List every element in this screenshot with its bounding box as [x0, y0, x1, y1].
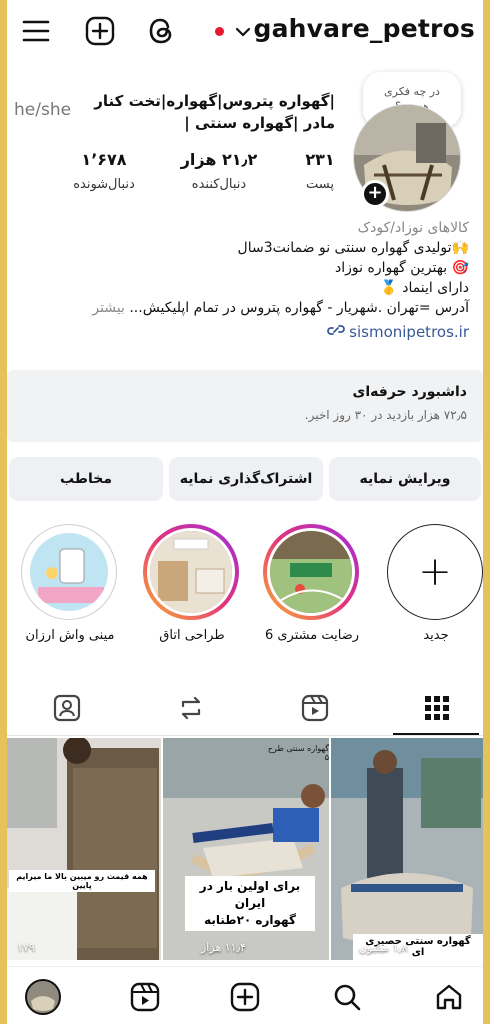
- website-row: sismonipetros.ir: [9, 322, 469, 343]
- website-link[interactable]: sismonipetros.ir: [349, 323, 469, 341]
- stat-label: دنبال‌کننده: [191, 177, 247, 192]
- dashboard-subtitle: ۷۲٫۵ هزار بازدید در ۳۰ روز اخیر.: [304, 408, 467, 422]
- contact-button[interactable]: مخاطب: [9, 457, 163, 501]
- share-profile-button[interactable]: اشتراک‌گذاری نمایه: [169, 457, 323, 501]
- bio-line: 🎯 بهترین گهواره نوزاد: [335, 260, 469, 276]
- post-views: ۱۱٫۴ هزار: [201, 941, 247, 954]
- post-caption: همه قیمت رو میبین بالا ما میرایم پایین: [9, 870, 155, 892]
- reels-nav-icon[interactable]: [127, 979, 163, 1015]
- create-post-icon[interactable]: [227, 979, 263, 1015]
- highlight-cover: [147, 528, 235, 616]
- stat-number: ۲۱٫۲ هزار: [180, 150, 258, 169]
- category-label: کالاهای نوزاد/کودک: [357, 220, 469, 236]
- highlight-ring: [263, 524, 359, 620]
- plus-square-icon[interactable]: [83, 14, 117, 48]
- tab-tagged[interactable]: [7, 680, 126, 736]
- tab-reposts[interactable]: [131, 680, 250, 736]
- full-name: |گهواره پتروس|گهواره|تخت کنار مادر |گهوا…: [94, 92, 335, 132]
- link-icon: [326, 323, 345, 343]
- top-bar: gahvare_petros: [7, 0, 483, 62]
- highlight-cover: [27, 530, 111, 614]
- stat-label: پست: [306, 177, 334, 192]
- stat-number: ۲۳۱: [305, 150, 335, 169]
- post-thumbnail[interactable]: گهواره سنتی حصیری ای ۱٫۸ میلیون: [331, 738, 483, 960]
- stat-label: دنبال‌شونده: [73, 177, 135, 192]
- dashboard-title: داشبورد حرفه‌ای: [352, 384, 467, 400]
- username[interactable]: gahvare_petros: [253, 14, 475, 43]
- active-tab-indicator: [393, 733, 479, 735]
- highlight-label: رضایت مشتری 6: [264, 628, 360, 643]
- professional-dashboard[interactable]: داشبورد حرفه‌ای ۷۲٫۵ هزار بازدید در ۳۰ ر…: [7, 370, 483, 442]
- stat-posts[interactable]: ۲۳۱ پست: [289, 150, 351, 192]
- grid-icon: [424, 696, 449, 720]
- stat-followers[interactable]: ۲۱٫۲ هزار دنبال‌کننده: [173, 150, 265, 192]
- highlight-cover: [267, 528, 355, 616]
- highlight-item[interactable]: طراحی اتاق: [143, 524, 241, 643]
- chevron-down-icon[interactable]: [233, 22, 253, 42]
- bio-address: آدرس =تهران .شهریار - گهواره پتروس در تم…: [129, 300, 469, 316]
- profile-avatar[interactable]: +: [353, 104, 465, 216]
- highlight-label: مینی واش ارزان: [25, 628, 115, 643]
- profile-screen: gahvare_petros در چه فکری هستید؟ + |گهوا…: [7, 0, 483, 1024]
- highlight-item[interactable]: مینی واش ارزان: [21, 524, 119, 643]
- highlight-item[interactable]: رضایت مشتری 6: [263, 524, 361, 643]
- post-views: ۱٫۸ میلیون: [359, 941, 408, 954]
- home-icon[interactable]: [431, 979, 467, 1015]
- highlight-label: جدید: [423, 628, 449, 643]
- bio: کالاهای نوزاد/کودک 🙌تولیدی گهواره سنتی ن…: [9, 218, 469, 343]
- post-views: ۱۷۹: [17, 941, 35, 954]
- highlight-ring: [143, 524, 239, 620]
- post-caption: برای اولین بار در ایران گهواره ۲۰طنابه: [185, 876, 315, 931]
- post-thumbnail[interactable]: همه قیمت رو میبین بالا ما میرایم پایین ۱…: [7, 738, 161, 960]
- highlight-new[interactable]: + جدید: [387, 524, 483, 643]
- plus-icon: +: [387, 524, 483, 620]
- tab-grid[interactable]: [377, 680, 483, 736]
- bio-line: دارای اینماد 🥇: [380, 280, 469, 296]
- threads-icon[interactable]: [145, 14, 179, 48]
- bottom-nav: [7, 966, 483, 1024]
- post-top-text: گهواره سنتی طرح ۵: [267, 744, 329, 762]
- hamburger-icon[interactable]: [19, 14, 53, 48]
- reels-icon: [301, 694, 328, 722]
- bio-address-row: آدرس =تهران .شهریار - گهواره پتروس در تم…: [9, 298, 469, 318]
- search-icon[interactable]: [329, 979, 365, 1015]
- stat-number: ۱٬۶۷۸: [81, 150, 127, 169]
- more-link[interactable]: بیشتر: [92, 300, 125, 316]
- add-story-icon[interactable]: +: [361, 180, 389, 208]
- highlight-ring: [21, 524, 117, 620]
- tab-reels[interactable]: [255, 680, 374, 736]
- edit-profile-button[interactable]: ویرایش نمایه: [329, 457, 481, 501]
- status-dot: [215, 27, 224, 36]
- tagged-icon: [53, 694, 80, 722]
- profile-tabs: [7, 680, 483, 736]
- bio-line: 🙌تولیدی گهواره سنتی نو ضمانت3سال: [237, 240, 469, 256]
- post-thumbnail[interactable]: گهواره سنتی طرح ۵ برای اولین بار در ایرا…: [163, 738, 329, 960]
- repost-icon: [181, 696, 200, 720]
- highlight-label: طراحی اتاق: [159, 628, 225, 643]
- profile-nav-avatar[interactable]: [25, 979, 61, 1015]
- pronoun: he/she: [14, 100, 72, 120]
- post-grid: گهواره سنتی حصیری ای ۱٫۸ میلیون گهواره س…: [7, 738, 483, 960]
- stat-following[interactable]: ۱٬۶۷۸ دنبال‌شونده: [57, 150, 151, 192]
